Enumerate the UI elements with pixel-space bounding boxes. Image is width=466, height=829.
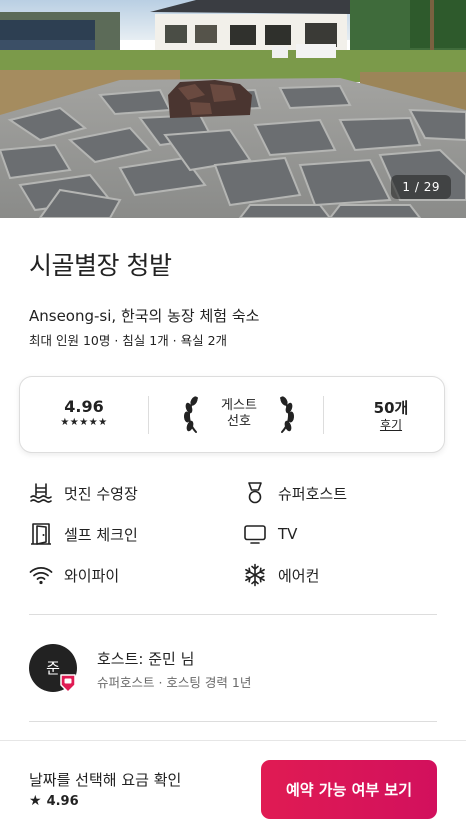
tv-icon xyxy=(244,525,266,544)
rating-card[interactable]: 4.96 ★★★★★ 게스트 선호 50개 후기 xyxy=(19,376,445,453)
amenity-label: 셀프 체크인 xyxy=(64,525,138,544)
reviews-count: 50개 xyxy=(373,399,409,417)
photo-counter: 1 / 29 xyxy=(391,175,451,199)
door-icon xyxy=(31,523,51,545)
snowflake-icon xyxy=(245,563,265,587)
rating-score: 4.96 xyxy=(64,397,104,416)
superhost-medal-icon xyxy=(248,482,262,504)
listing-title: 시골별장 청밭 xyxy=(29,251,172,280)
amenity-wifi: 와이파이 xyxy=(29,563,119,587)
amenity-air-conditioning: 에어컨 xyxy=(243,563,319,587)
reviews-link[interactable]: 후기 xyxy=(336,416,446,433)
card-divider xyxy=(148,396,149,434)
host-meta: 슈퍼호스트 · 호스팅 경력 1년 xyxy=(97,675,252,690)
amenity-label: 와이파이 xyxy=(64,566,120,585)
price-prompt[interactable]: 날짜를 선택해 요금 확인 xyxy=(29,769,181,790)
listing-capacity: 최대 인원 10명 · 침실 1개 · 욕실 2개 xyxy=(29,333,228,348)
amenity-label: 멋진 수영장 xyxy=(64,484,138,503)
section-divider xyxy=(29,721,437,722)
amenity-tv: TV xyxy=(243,522,297,546)
amenity-label: TV xyxy=(278,525,298,543)
amenity-self-checkin: 셀프 체크인 xyxy=(29,522,138,546)
star-icon: ★ xyxy=(29,793,42,809)
host-name: 호스트: 준민 님 xyxy=(97,650,195,668)
pool-icon xyxy=(30,483,52,503)
listing-photo[interactable]: 1 / 29 xyxy=(0,0,466,218)
laurel-right-icon xyxy=(280,396,295,433)
booking-bar: 날짜를 선택해 요금 확인 ★ 4.96 예약 가능 여부 보기 xyxy=(0,740,466,829)
listing-subtitle: Anseong-si, 한국의 농장 체험 숙소 xyxy=(29,307,260,325)
amenity-superhost: 슈퍼호스트 xyxy=(243,481,347,505)
footer-rating-value: 4.96 xyxy=(46,794,79,809)
card-divider xyxy=(323,396,324,434)
footer-rating: ★ 4.96 xyxy=(29,793,79,809)
amenity-label: 에어컨 xyxy=(278,566,320,585)
amenity-pool: 멋진 수영장 xyxy=(29,481,138,505)
rating-stars: ★★★★★ xyxy=(60,417,108,428)
amenity-label: 슈퍼호스트 xyxy=(278,484,348,503)
section-divider xyxy=(29,614,437,615)
check-availability-button[interactable]: 예약 가능 여부 보기 xyxy=(261,760,437,819)
guest-favorite-badge: 게스트 선호 xyxy=(182,395,296,435)
superhost-badge-icon xyxy=(60,674,76,693)
wifi-icon xyxy=(29,566,53,585)
